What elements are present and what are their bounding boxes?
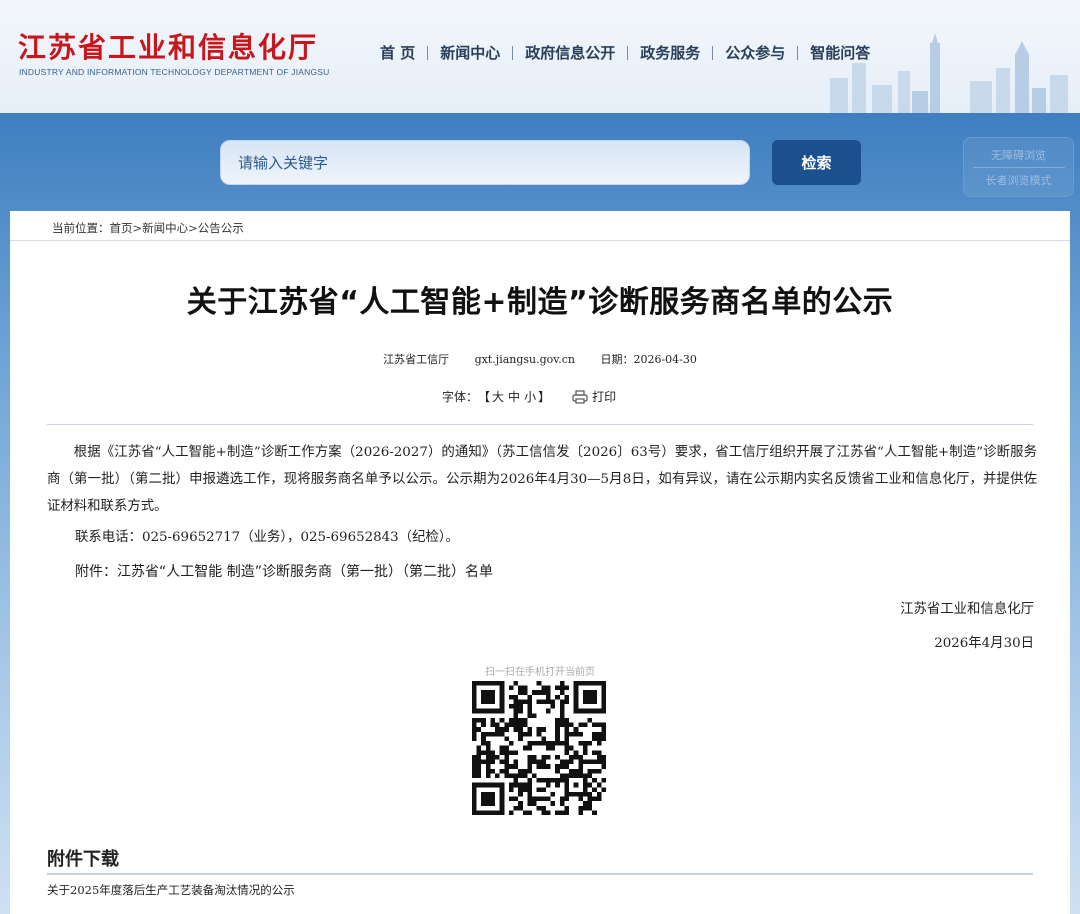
downloads-divider: [47, 873, 1033, 875]
font-medium-option[interactable]: 中: [508, 388, 520, 405]
breadcrumb-divider: [10, 240, 1070, 241]
site-header: 江苏省工业和信息化厅 INDUSTRY AND INFORMATION TECH…: [0, 0, 1080, 113]
elder-mode-link[interactable]: 长者浏览模式: [986, 168, 1052, 192]
font-size-label: 字体：: [442, 390, 479, 404]
contact-info: 联系电话：025-69652717（业务），025-69652843（纪检）。: [75, 530, 459, 545]
main-nav: 首 页 新闻中心 政府信息公开 政务服务 公众参与 智能问答: [368, 42, 882, 63]
site-logo-subtitle: INDUSTRY AND INFORMATION TECHNOLOGY DEPA…: [19, 67, 330, 77]
downloads-title: 附件下载: [47, 849, 119, 870]
qr-caption: 扫一扫在手机打开当前页: [485, 667, 595, 678]
nav-gov-info[interactable]: 政府信息公开: [513, 42, 627, 63]
meta-divider: [47, 424, 1033, 425]
search-box: [220, 140, 750, 185]
nav-smart-qa[interactable]: 智能问答: [798, 42, 882, 63]
print-button[interactable]: 打印: [572, 388, 616, 405]
accessibility-panel: 无障碍浏览 长者浏览模式: [963, 137, 1074, 197]
printer-icon: [572, 389, 588, 404]
article-title: 关于江苏省“人工智能+制造”诊断服务商名单的公示: [186, 285, 894, 320]
site-logo-title[interactable]: 江苏省工业和信息化厅: [18, 26, 318, 66]
download-item[interactable]: 关于2025年度落后生产工艺装备淘汰情况的公示: [47, 882, 295, 898]
breadcrumb[interactable]: 当前位置：首页>新闻中心>公告公示: [52, 220, 244, 236]
font-bracket-open: 【: [478, 390, 491, 404]
nav-public-participation[interactable]: 公众参与: [713, 42, 797, 63]
barrier-free-link[interactable]: 无障碍浏览: [991, 143, 1046, 167]
search-input[interactable]: [238, 153, 749, 172]
signature-date: 2026年4月30日: [934, 636, 1034, 651]
article-source: 江苏省工信厅: [383, 353, 450, 366]
print-label: 打印: [592, 390, 617, 404]
nav-gov-services[interactable]: 政务服务: [628, 42, 712, 63]
attachment-link[interactable]: 江苏省“人工智能 制造”诊断服务商（第一批）（第二批）名单: [117, 564, 493, 580]
attachment-line: 附件：江苏省“人工智能 制造”诊断服务商（第一批）（第二批）名单: [75, 561, 493, 581]
article-date: 日期：2026-04-30: [600, 353, 697, 366]
signature-organization: 江苏省工业和信息化厅: [900, 602, 1034, 617]
font-large-option[interactable]: 大: [492, 388, 504, 405]
qr-code-image: [472, 681, 606, 815]
article-card: 当前位置：首页>新闻中心>公告公示 关于江苏省“人工智能+制造”诊断服务商名单的…: [10, 211, 1070, 914]
nav-home[interactable]: 首 页: [368, 42, 427, 63]
article-body-paragraph: 根据《江苏省“人工智能+制造”诊断工作方案（2026-2027）的通知》（苏工信…: [47, 445, 1037, 514]
font-bracket-close: 】: [538, 390, 551, 404]
attachment-label: 附件：: [75, 564, 117, 580]
font-small-option[interactable]: 小: [524, 388, 536, 405]
article-site: gxt.jiangsu.gov.cn: [474, 353, 575, 366]
font-size-control: 字体： 【 大 中 小 】 打印: [442, 388, 616, 405]
article-meta: 江苏省工信厅 gxt.jiangsu.gov.cn 日期：2026-04-30: [10, 351, 1070, 367]
search-button[interactable]: 检索: [772, 140, 861, 185]
nav-news-center[interactable]: 新闻中心: [428, 42, 512, 63]
